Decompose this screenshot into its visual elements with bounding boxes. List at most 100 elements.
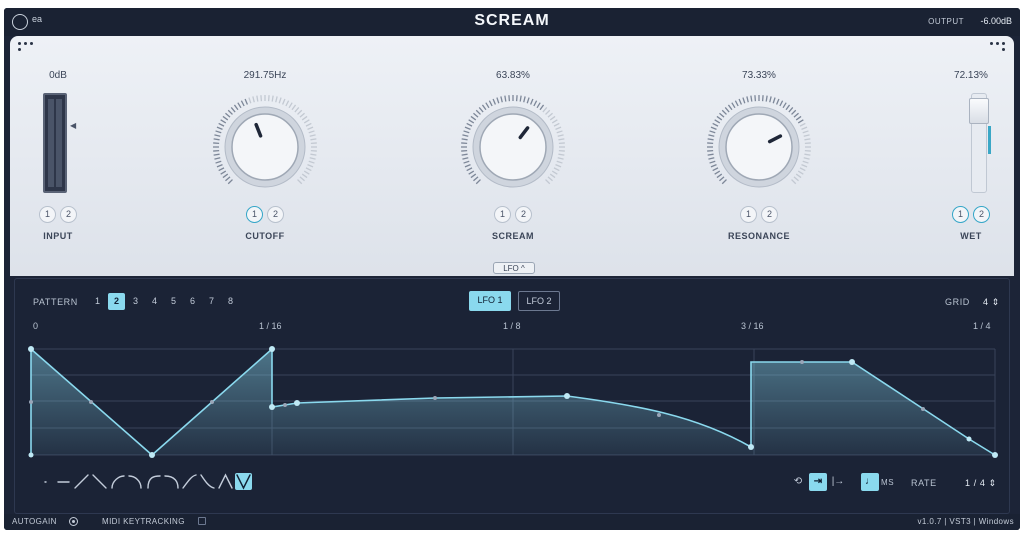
status-bar: AUTOGAIN MIDI KEYTRACKING v1.0.7 | VST3 …: [4, 514, 1020, 530]
knob-tick: [742, 97, 746, 104]
wet-slot-2[interactable]: 2: [973, 206, 990, 223]
cutoff-module: 291.75Hz 12 CUTOFF: [195, 36, 335, 276]
input-label: INPUT: [43, 231, 73, 241]
pattern-5[interactable]: 5: [165, 293, 182, 310]
pattern-7[interactable]: 7: [203, 293, 220, 310]
cutoff-value: 291.75Hz: [243, 70, 287, 81]
knob-cap: [231, 113, 299, 181]
retrigger-mode-icon[interactable]: ⇥: [809, 473, 827, 491]
knob-tick: [307, 126, 314, 130]
shape-ramp-down-icon[interactable]: [91, 473, 108, 490]
knob-tick: [791, 109, 797, 115]
resonance-knob[interactable]: [704, 92, 814, 202]
oneshot-mode-icon[interactable]: |→: [829, 473, 847, 491]
knob-tick: [213, 153, 220, 156]
lfo-graph[interactable]: [15, 335, 1009, 467]
knob-tick: [285, 100, 290, 107]
cutoff-slot-2[interactable]: 2: [267, 206, 284, 223]
knob-tick: [803, 134, 810, 137]
pattern-3[interactable]: 3: [127, 293, 144, 310]
knob-panel: 0dB ◀ 12 INPUT 291.75Hz 12 CUTOFF 63.83%…: [10, 36, 1014, 276]
shape-curve-2-icon[interactable]: [127, 473, 144, 490]
shape-curve-4-icon[interactable]: [163, 473, 180, 490]
knob-tick: [545, 179, 551, 185]
knob-tick: [237, 102, 242, 109]
knob-tick: [797, 170, 804, 175]
pattern-2[interactable]: 2: [108, 293, 125, 310]
knob-tick: [463, 130, 470, 134]
scream-knob[interactable]: [458, 92, 568, 202]
ms-label[interactable]: MS: [881, 478, 894, 487]
tab-lfo-1[interactable]: LFO 1: [469, 291, 511, 311]
note-sync-icon[interactable]: ♩: [861, 473, 879, 491]
scream-slot-1[interactable]: 1: [494, 206, 511, 223]
grid-value[interactable]: 4 ⇕: [983, 297, 1000, 308]
knob-tick: [804, 138, 811, 141]
shape-curve-1-icon[interactable]: [109, 473, 126, 490]
shape-flat-icon[interactable]: [55, 473, 72, 490]
shape-triangle-icon[interactable]: [217, 473, 234, 490]
knob-tick: [310, 138, 317, 141]
knob-tick: [291, 104, 297, 111]
version-info: v1.0.7 | VST3 | Windows: [917, 517, 1014, 526]
knob-tick: [248, 97, 252, 104]
pattern-8[interactable]: 8: [222, 293, 239, 310]
output-value[interactable]: -6.00dB: [980, 16, 1012, 26]
shape-ramp-up-icon[interactable]: [73, 473, 90, 490]
input-slot-1[interactable]: 1: [39, 206, 56, 223]
knob-tick: [488, 100, 493, 107]
lfo-toggle-tab[interactable]: LFO ^: [493, 262, 535, 274]
cutoff-slot-1[interactable]: 1: [246, 206, 263, 223]
pattern-4[interactable]: 4: [146, 293, 163, 310]
input-meter: [43, 93, 67, 193]
knob-tick: [707, 138, 714, 141]
resonance-label: RESONANCE: [727, 231, 790, 241]
knob-tick: [504, 95, 507, 102]
knob-tick: [795, 115, 802, 121]
knob-tick: [473, 112, 479, 118]
shape-curve-5-icon[interactable]: [181, 473, 198, 490]
knob-tick: [470, 115, 477, 121]
pattern-6[interactable]: 6: [184, 293, 201, 310]
time-tick: 1 / 8: [503, 321, 521, 331]
shape-v-shape-icon[interactable]: [235, 473, 252, 491]
knob-tick: [547, 176, 553, 182]
cutoff-knob[interactable]: [210, 92, 320, 202]
wet-slot-1[interactable]: 1: [952, 206, 969, 223]
knob-tick: [721, 179, 727, 185]
knob-tick: [218, 122, 225, 127]
scream-slot-2[interactable]: 2: [515, 206, 532, 223]
knob-tick: [802, 160, 809, 164]
autogain-toggle[interactable]: [69, 517, 78, 526]
shape-curve-3-icon[interactable]: [145, 473, 162, 490]
rate-value[interactable]: 1 / 4 ⇕: [965, 478, 997, 489]
knob-tick: [772, 97, 776, 104]
midi-keytracking-checkbox[interactable]: [198, 517, 206, 525]
knob-tick: [533, 100, 538, 107]
knob-tick: [301, 115, 308, 121]
knob-tick: [227, 109, 233, 115]
knob-tick: [481, 104, 487, 111]
knob-tick: [804, 153, 811, 156]
shape-dot-icon[interactable]: [37, 473, 54, 490]
loop-mode-icon[interactable]: ⟲: [789, 473, 807, 491]
resonance-slot-1[interactable]: 1: [740, 206, 757, 223]
knob-tick: [297, 109, 303, 115]
knob-tick: [222, 173, 229, 179]
knob-tick: [244, 98, 248, 105]
wet-fader-handle[interactable]: [969, 98, 989, 124]
knob-tick: [709, 130, 716, 134]
knob-tick: [282, 98, 286, 105]
knob-tick: [220, 119, 227, 124]
knob-tick: [278, 97, 282, 104]
input-slot-2[interactable]: 2: [60, 206, 77, 223]
lfo-editor: PATTERN 12345678 LFO 1 LFO 2 GRID 4 ⇕ 0 …: [14, 278, 1010, 514]
pattern-1[interactable]: 1: [89, 293, 106, 310]
input-module: 0dB ◀ 12 INPUT: [10, 36, 106, 276]
knob-tick: [716, 173, 723, 179]
resonance-slot-2[interactable]: 2: [761, 206, 778, 223]
midi-keytracking-label: MIDI KEYTRACKING: [102, 517, 185, 526]
tab-lfo-2[interactable]: LFO 2: [518, 291, 560, 311]
shape-curve-6-icon[interactable]: [199, 473, 216, 490]
knob-tick: [478, 107, 484, 113]
